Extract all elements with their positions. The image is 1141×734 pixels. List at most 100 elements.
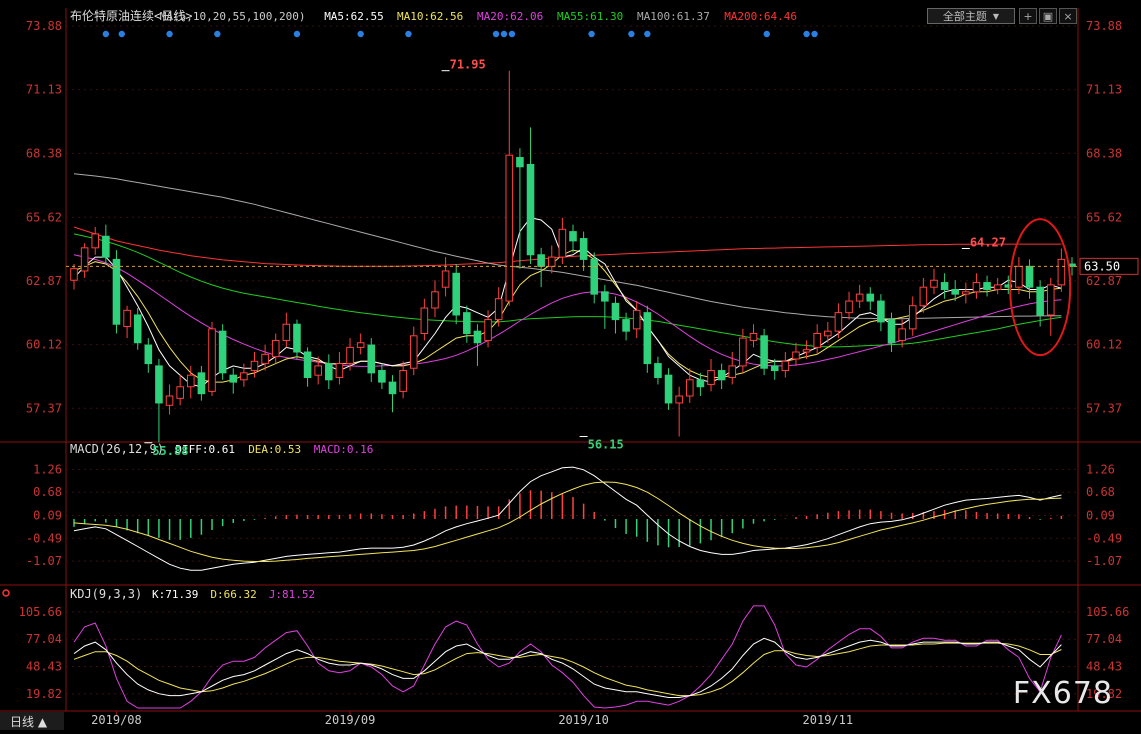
candle-body [962, 291, 970, 295]
candle [335, 352, 344, 385]
macd-legend-item: DEA:0.53 [248, 443, 301, 456]
candle [781, 352, 790, 378]
candle-body [70, 268, 78, 281]
event-marker-dot [500, 30, 508, 38]
event-marker-dot [811, 30, 818, 38]
candle [717, 363, 726, 390]
candle [271, 333, 280, 364]
image-icon[interactable]: ▣ [1039, 8, 1057, 24]
candle-body [208, 328, 216, 392]
kdj-axis-tick-label-right: 105.66 [1086, 605, 1129, 619]
candle [303, 347, 312, 387]
ma-line-ma55 [73, 233, 1062, 348]
candle-body [611, 302, 620, 321]
kdj-axis-tick-label-right: 77.04 [1086, 632, 1122, 646]
x-axis-tick-label: 2019/10 [558, 713, 609, 727]
candle-body [1025, 265, 1034, 288]
watermark: FX678 [1012, 676, 1113, 711]
trading-chart-window: 73.88 73.88 71.13 71.13 68.38 68.38 65.62 65.62… [0, 0, 1141, 730]
theme-selector-button[interactable]: 全部主题 ▼ [927, 8, 1015, 24]
macd-axis-tick-label-left: 1.26 [33, 462, 62, 476]
add-icon[interactable]: + [1019, 8, 1037, 24]
candle-body [1015, 265, 1023, 288]
kdj-marker-icon [2, 589, 10, 597]
candle-body [664, 374, 673, 404]
candle-body [282, 323, 291, 341]
event-marker-dot [118, 30, 125, 38]
close-icon[interactable]: × [1059, 8, 1077, 24]
candle-body [293, 323, 301, 353]
candle-body [696, 379, 705, 388]
candle [388, 375, 397, 413]
candle-body [770, 365, 779, 372]
candle-body [271, 339, 280, 358]
candle-body [314, 365, 322, 376]
kdj-axis-tick-label-left: 19.82 [26, 687, 62, 701]
event-marker-dot [293, 30, 301, 38]
macd-axis-tick-label-left: 0.09 [33, 508, 62, 522]
candle-body [218, 330, 227, 374]
candle-body [685, 379, 694, 397]
candle [176, 375, 184, 406]
candle [632, 301, 641, 339]
candle-body [261, 353, 269, 365]
period-tab-daily[interactable]: 日线 ▲ [0, 712, 64, 730]
candle-body [622, 319, 630, 332]
candle [208, 321, 216, 397]
macd-axis-tick-label-right: 0.68 [1086, 485, 1115, 499]
main-legend-item: MA100:61.37 [637, 10, 710, 23]
candle [441, 257, 450, 297]
event-marker-dot [102, 30, 110, 38]
candle [133, 308, 142, 350]
macd-legend-item: MACD:0.16 [314, 443, 374, 456]
event-marker-dot [405, 30, 412, 38]
candle-body [516, 157, 524, 168]
candle [516, 148, 524, 269]
candle [972, 273, 981, 299]
kdj-legend-item: K:71.39 [152, 588, 198, 601]
candle-body [1046, 284, 1055, 316]
main-legend-item: MA10:62.56 [397, 10, 463, 23]
candle-body [112, 258, 121, 325]
price-axis-tick-label-right: 62.87 [1086, 274, 1122, 288]
candle-body [91, 233, 100, 249]
candle-body [951, 288, 960, 295]
candle [622, 312, 630, 341]
candle [877, 294, 885, 332]
candle-body [908, 305, 917, 330]
candle [643, 305, 652, 373]
candle-body [898, 328, 906, 341]
main-legend-item: MA55:61.30 [557, 10, 623, 23]
candle-body [781, 360, 790, 372]
candle-body [792, 351, 800, 360]
candle [707, 358, 715, 392]
candle [197, 365, 206, 401]
candle [144, 338, 153, 373]
event-marker-dot [803, 30, 810, 38]
candle-body [176, 386, 184, 399]
candle [420, 298, 429, 341]
candle [675, 386, 683, 437]
candle-body [749, 332, 758, 341]
current-price-label: 63.50 [1084, 259, 1120, 273]
candle [547, 245, 556, 274]
candle [463, 305, 471, 343]
candle [165, 384, 174, 415]
candle [855, 284, 864, 309]
price-axis-tick-label-right: 73.88 [1086, 19, 1122, 33]
candle [834, 303, 843, 339]
candle [505, 70, 514, 306]
candle-body [632, 309, 641, 330]
macd-axis-tick-label-right: 0.09 [1086, 508, 1115, 522]
ma-line-ma200 [73, 226, 1062, 267]
macd-axis-tick-label-right: 1.26 [1086, 462, 1115, 476]
candle-body [356, 342, 365, 348]
price-axis-tick-label-right: 68.38 [1086, 146, 1122, 160]
main-legend-item: MA200:64.46 [724, 10, 797, 23]
candle-body [802, 349, 811, 353]
candle-body [505, 154, 514, 302]
candle [664, 368, 673, 410]
candle-body [590, 258, 599, 295]
annotation-label: 55.88 [152, 444, 188, 458]
candle [1046, 277, 1055, 336]
